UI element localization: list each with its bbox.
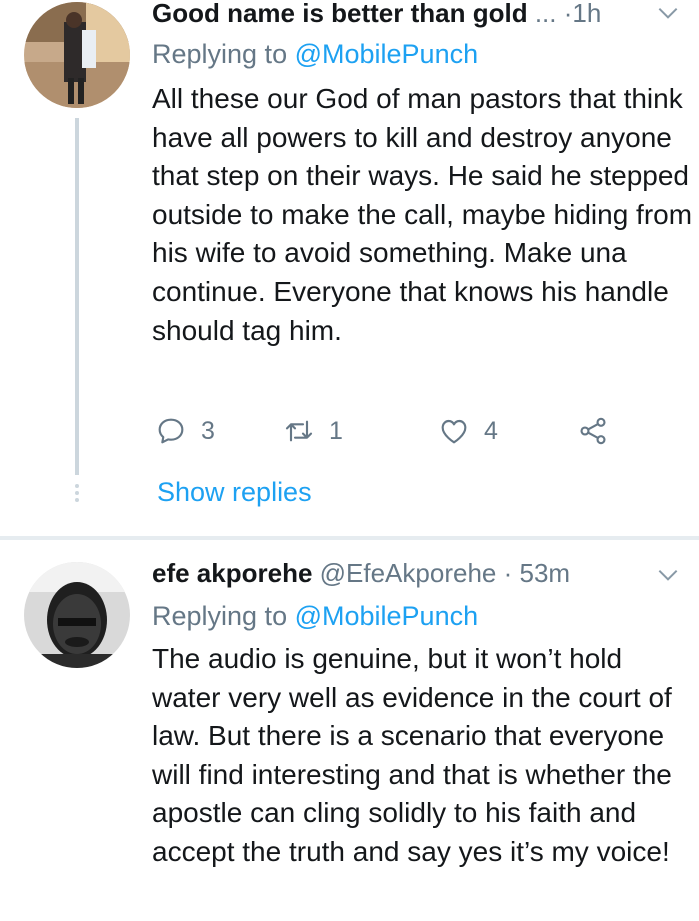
like-count: 4 — [484, 416, 498, 445]
mention-link[interactable]: @MobilePunch — [295, 39, 479, 69]
replying-to: Replying to @MobilePunch — [152, 38, 478, 70]
name-ellipsis: ... — [534, 0, 557, 28]
chevron-down-icon[interactable] — [655, 562, 681, 588]
thread-line — [75, 118, 79, 475]
user-handle[interactable]: @EfeAkporehe — [320, 558, 497, 588]
reply-button[interactable]: 3 — [155, 413, 215, 449]
display-name[interactable]: efe akporehe — [152, 558, 312, 588]
chevron-down-icon[interactable] — [655, 0, 681, 26]
display-name[interactable]: Good name is better than gold — [152, 0, 528, 28]
avatar-efe-akporehe[interactable] — [24, 562, 130, 668]
replying-to: Replying to @MobilePunch — [152, 600, 478, 632]
reply-icon — [158, 418, 184, 444]
avatar-photo — [24, 2, 130, 108]
share-button[interactable] — [577, 413, 609, 449]
tweet-text: The audio is genuine, but it won’t hold … — [152, 643, 672, 867]
share-icon — [580, 417, 606, 445]
tweet-header: Good name is better than gold ... ·1h — [152, 0, 601, 28]
replying-prefix: Replying to — [152, 601, 295, 631]
like-button[interactable]: 4 — [438, 413, 498, 449]
tweet-header: efe akporehe @EfeAkporehe · 53m — [152, 558, 570, 588]
avatar-good-name[interactable] — [24, 2, 130, 108]
mention-link[interactable]: @MobilePunch — [295, 601, 479, 631]
separator: · — [503, 558, 513, 588]
retweet-button[interactable]: 1 — [283, 413, 343, 449]
tweet-efe-akporehe[interactable]: efe akporehe @EfeAkporehe · 53m Replying… — [0, 540, 699, 921]
tweet-text: All these our God of man pastors that th… — [152, 83, 693, 346]
tweet-good-name[interactable]: Good name is better than gold ... ·1h Re… — [0, 0, 699, 536]
timestamp[interactable]: 1h — [572, 0, 601, 28]
retweet-count: 1 — [329, 416, 343, 445]
show-replies-link[interactable]: Show replies — [157, 476, 312, 508]
timestamp[interactable]: 53m — [520, 558, 571, 588]
heart-icon — [441, 419, 467, 444]
thread-dots — [75, 484, 79, 505]
tweet-actions: 3 1 4 — [155, 413, 635, 449]
replying-prefix: Replying to — [152, 39, 295, 69]
retweet-icon — [285, 420, 313, 442]
avatar-photo — [24, 562, 130, 668]
reply-count: 3 — [201, 416, 215, 445]
